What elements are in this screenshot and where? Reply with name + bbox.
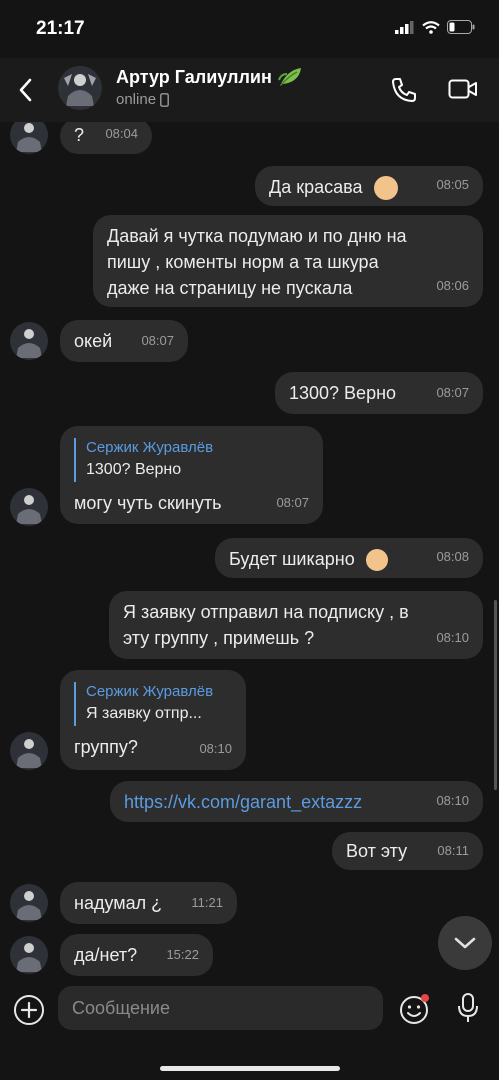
message-text: надумал ¿ [74,893,163,913]
message-bubble[interactable]: да/нет? 15:22 [60,934,213,976]
contact-status: online [116,91,169,108]
message-text: Да красава [269,177,363,197]
sender-avatar[interactable] [10,884,48,922]
microphone-icon [458,993,478,1022]
avatar-image [10,488,48,526]
message-text: 1300? Верно [289,383,397,403]
leaf-icon [277,68,301,86]
message-line: Я заявку отправил на подписку , в [123,602,409,622]
message-time: 08:04 [105,126,138,141]
video-camera-icon [448,79,477,99]
message-bubble[interactable]: Я заявку отправил на подписку , в эту гр… [109,591,483,659]
message-text: группу? [74,737,138,757]
message-time: 08:11 [437,843,469,858]
emoji-button[interactable] [398,992,432,1031]
scroll-down-button[interactable] [438,916,492,970]
status-bar: 21:17 [0,0,499,58]
sender-avatar[interactable] [10,122,48,154]
message-time: 08:10 [436,793,469,808]
reply-author: Сержик Журавлёв [86,439,214,456]
message-line: эту группу , примешь ? [123,628,315,648]
back-arrow-icon [19,78,32,102]
sender-avatar[interactable] [10,322,48,360]
message-time: 08:07 [141,333,174,348]
message-bubble[interactable]: Вот эту 08:11 [332,832,483,870]
message-line: Давай я чутка подумаю и по дню на [107,226,407,246]
message-bubble[interactable]: 1300? Верно 08:07 [275,372,483,414]
message-input[interactable] [58,986,383,1030]
message-time: 08:05 [436,177,469,192]
message-bubble[interactable]: https://vk.com/garant_extazzz 08:10 [110,781,483,822]
status-icons [395,20,475,34]
avatar-image [10,322,48,360]
message-bubble[interactable]: Сержик Журавлёв 1300? Верно могу чуть ск… [60,426,323,524]
thumbs-up-emoji-icon [373,176,398,201]
message-time: 08:07 [276,495,309,510]
wifi-icon [422,20,440,34]
message-text: да/нет? [74,945,138,965]
message-text: ? [74,125,85,145]
phone-icon [392,78,416,102]
back-button[interactable] [10,70,40,110]
message-link[interactable]: https://vk.com/garant_extazzz [124,792,362,812]
message-time: 15:22 [166,947,199,962]
call-button[interactable] [390,76,418,109]
message-line: пишу , коменты норм а та шкура [107,252,379,272]
message-time: 08:06 [436,278,469,293]
chevron-down-icon [454,937,476,949]
message-bubble[interactable]: Сержик Журавлёв Я заявку отпр... группу?… [60,670,246,770]
avatar-image [58,66,102,110]
status-time: 21:17 [36,18,85,39]
attach-button[interactable] [12,993,46,1027]
contact-name[interactable]: Артур Галиуллин [116,66,303,88]
avatar-image [10,732,48,770]
scrollbar[interactable] [494,600,497,790]
ok-hand-emoji-icon [365,549,388,572]
message-bubble[interactable]: Да красава 08:05 [255,166,483,206]
message-time: 08:08 [436,549,469,564]
reply-author: Сержик Журавлёв [86,683,214,700]
voice-message-button[interactable] [455,992,481,1029]
avatar-image [10,936,48,974]
message-time: 08:10 [436,630,469,645]
message-bubble[interactable]: Будет шикарно 08:08 [215,538,483,578]
message-composer [0,978,499,1080]
contact-name-text: Артур Галиуллин [116,66,272,87]
reply-quote[interactable]: Сержик Журавлёв 1300? Верно [74,438,309,482]
message-text: Будет шикарно [229,549,355,569]
chat-header: Артур Галиуллин online [0,58,499,122]
smiley-icon [400,994,429,1024]
online-status-text: online [116,91,157,108]
message-bubble[interactable]: Давай я чутка подумаю и по дню на пишу ,… [93,215,483,307]
sender-avatar[interactable] [10,488,48,526]
message-time: 08:10 [199,741,232,756]
video-call-button[interactable] [448,78,478,105]
sender-avatar[interactable] [10,936,48,974]
sender-avatar[interactable] [10,732,48,770]
message-line: даже на страницу не пускала [107,278,353,298]
reply-quote[interactable]: Сержик Журавлёв Я заявку отпр... [74,682,232,726]
home-indicator[interactable] [160,1066,340,1071]
message-time: 08:07 [436,385,469,400]
message-text: окей [74,331,113,351]
signal-icon [395,20,414,34]
message-bubble[interactable]: надумал ¿ 11:21 [60,882,237,924]
reply-text: Я заявку отпр... [86,705,202,722]
plus-circle-icon [14,995,44,1025]
contact-avatar[interactable] [58,66,102,110]
message-bubble[interactable]: окей 08:07 [60,320,188,362]
reply-text: 1300? Верно [86,461,182,478]
message-time: 11:21 [191,895,223,910]
battery-icon [447,20,475,34]
avatar-image [10,884,48,922]
message-text: могу чуть скинуть [74,493,222,513]
message-list[interactable]: ? 08:04 Да красава 08:05 Давай я чутка п… [0,122,499,978]
message-text: Вот эту [346,841,408,861]
message-bubble[interactable]: ? 08:04 [60,122,152,154]
mobile-device-icon [160,92,169,107]
avatar-image [10,122,48,154]
